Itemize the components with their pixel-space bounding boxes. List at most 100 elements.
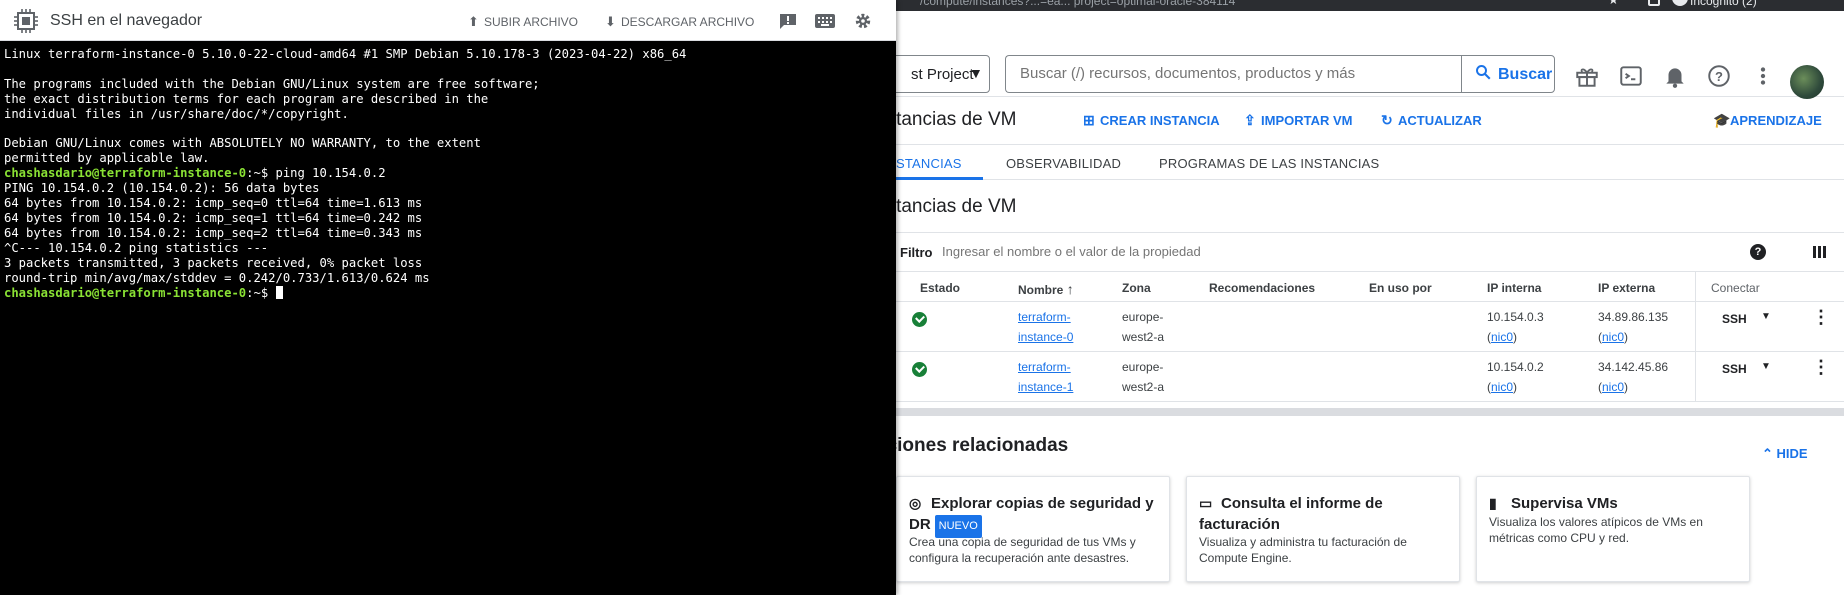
refresh-button[interactable]: ↻ ACTUALIZAR xyxy=(1381,112,1482,129)
notifications-bell-icon[interactable] xyxy=(1662,63,1688,89)
column-display-icon[interactable] xyxy=(1812,244,1828,260)
school-icon: 🎓 xyxy=(1713,112,1731,128)
address-bar[interactable]: /compute/instances?...=ea... project=opt… xyxy=(920,0,1235,8)
nic-link[interactable]: nic0 xyxy=(1602,380,1624,394)
search-input[interactable] xyxy=(1020,65,1440,82)
terminal-line: ^C--- 10.154.0.2 ping statistics --- xyxy=(4,240,269,255)
shell-prompt: chashasdario@terraform-instance-0 xyxy=(4,285,247,300)
internal-ip: 10.154.0.3 xyxy=(1487,310,1544,324)
page-title: nstancias de VM xyxy=(876,109,1017,130)
horizontal-scrollbar[interactable] xyxy=(882,408,1844,416)
upload-file-button[interactable]: ⬆ SUBIR ARCHIVO xyxy=(468,14,578,30)
terminal-line: individual files in /usr/share/doc/*/cop… xyxy=(4,106,349,121)
filter-input[interactable] xyxy=(942,244,1442,259)
instance-name-link[interactable]: terraform-instance-1 xyxy=(1018,357,1073,397)
create-instance-button[interactable]: ⊞ CREAR INSTANCIA xyxy=(1083,112,1220,129)
arrow-up-icon: ↑ xyxy=(1066,281,1074,297)
col-internal-ip[interactable]: IP interna xyxy=(1487,281,1541,295)
project-picker[interactable]: st Project ▼ xyxy=(880,55,990,93)
card-description: Visualiza y administra tu facturación de… xyxy=(1199,534,1407,566)
ssh-dropdown-arrow-icon[interactable]: ▼ xyxy=(1761,311,1771,322)
more-vert-icon[interactable] xyxy=(1750,63,1776,89)
nic-link[interactable]: nic0 xyxy=(1602,330,1624,344)
col-in-use-by[interactable]: En uso por xyxy=(1369,281,1432,295)
card-backup-dr[interactable]: ◎ Explorar copias de seguridad y DR NUEVO C… xyxy=(896,476,1170,582)
card-billing-report[interactable]: ▭ Consulta el informe de facturación Visua… xyxy=(1186,476,1460,582)
tab-observability[interactable]: OBSERVABILIDAD xyxy=(1006,156,1121,171)
terminal-line: PING 10.154.0.2 (10.154.0.2): 56 data by… xyxy=(4,181,320,196)
col-zone[interactable]: Zona xyxy=(1122,281,1151,295)
status-ok-icon xyxy=(912,312,927,327)
terminal-line: 64 bytes from 10.154.0.2: icmp_seq=2 ttl… xyxy=(4,225,423,240)
card-desc-line: Crea una copia de seguridad de tus VMs y xyxy=(909,535,1136,549)
gift-icon[interactable] xyxy=(1574,63,1600,89)
external-ip: 34.142.45.86 xyxy=(1598,360,1669,374)
related-actions-title: cciones relacionadas xyxy=(876,435,1069,456)
card-title-line: Explorar copias de seguridad y xyxy=(931,495,1154,512)
incognito-avatar[interactable] xyxy=(1672,0,1688,6)
table-row: terraform-instance-1 europe-west2-a 10.1… xyxy=(882,352,1844,402)
card-desc-line: Visualiza los valores atípicos de VMs en xyxy=(1489,515,1703,529)
search-button-label: Buscar xyxy=(1498,66,1553,83)
terminal-output[interactable]: Linux terraform-instance-0 5.10.0-22-clo… xyxy=(4,47,892,300)
card-description: Crea una copia de seguridad de tus VMs y… xyxy=(909,534,1136,566)
refresh-label: ACTUALIZAR xyxy=(1398,113,1482,128)
zone-part: west2-a xyxy=(1122,330,1165,344)
incognito-label[interactable]: Incógnito (2) xyxy=(1690,0,1757,8)
search-field[interactable] xyxy=(1005,55,1461,93)
shell-prompt: chashasdario@terraform-instance-0 xyxy=(4,166,247,181)
tab-instances[interactable]: STANCIAS xyxy=(896,156,962,171)
extension-icon[interactable] xyxy=(1648,0,1660,6)
keyboard-icon[interactable] xyxy=(815,12,835,30)
filter-bar: Filtro ? xyxy=(882,232,1844,272)
col-external-ip[interactable]: IP externa xyxy=(1598,281,1655,295)
instance-name-link[interactable]: terraform-instance-0 xyxy=(1018,307,1073,347)
card-monitor-vms[interactable]: ▮ Supervisa VMs Visualiza los valores atí… xyxy=(1476,476,1750,582)
avatar[interactable] xyxy=(1790,65,1824,99)
row-more-vert-icon[interactable]: ⋮ xyxy=(1812,308,1830,326)
col-recommendations[interactable]: Recomendaciones xyxy=(1209,281,1315,295)
terminal-line: 64 bytes from 10.154.0.2: icmp_seq=0 ttl… xyxy=(4,196,423,211)
card-title: ◎ Explorar copias de seguridad y DR NUEVO xyxy=(909,493,1154,538)
download-icon: ⬇ xyxy=(605,14,616,29)
billing-icon: ▭ xyxy=(1199,495,1213,511)
instance-name-part: terraform- xyxy=(1018,360,1071,374)
col-status[interactable]: Estado xyxy=(920,281,960,295)
card-description: Visualiza los valores atípicos de VMs en… xyxy=(1489,514,1703,546)
hide-button[interactable]: ⌃ HIDE xyxy=(1762,446,1808,462)
cloud-shell-icon[interactable] xyxy=(1618,63,1644,89)
internal-ip-cell: 10.154.0.3 (nic0) xyxy=(1487,310,1544,344)
table-header-row: Estado Nombre ↑ Zona Recomendaciones En … xyxy=(882,272,1844,302)
learning-button[interactable]: 🎓APRENDIZAJE xyxy=(1713,112,1822,129)
download-file-button[interactable]: ⬇ DESCARGAR ARCHIVO xyxy=(605,14,754,30)
section-title: nstancias de VM xyxy=(876,196,1017,217)
external-ip-cell: 34.142.45.86 (nic0) xyxy=(1598,360,1669,394)
bookmark-star-icon[interactable]: ★ xyxy=(1608,0,1619,7)
import-vm-button[interactable]: ⇪ IMPORTAR VM xyxy=(1244,112,1352,129)
gear-icon[interactable] xyxy=(853,12,873,30)
nic-link[interactable]: nic0 xyxy=(1491,330,1513,344)
ssh-dropdown-arrow-icon[interactable]: ▼ xyxy=(1761,361,1771,372)
help-circle-icon[interactable]: ? xyxy=(1750,244,1766,260)
card-desc-line: métricas como CPU y red. xyxy=(1489,531,1630,545)
hide-label: HIDE xyxy=(1776,446,1808,461)
nic-link[interactable]: nic0 xyxy=(1491,380,1513,394)
col-connect: Conectar xyxy=(1711,281,1760,295)
ssh-button[interactable]: SSH xyxy=(1722,312,1747,326)
card-title: ▭ Consulta el informe de facturación xyxy=(1199,493,1383,535)
zone-cell: europe-west2-a xyxy=(1122,357,1164,397)
row-more-vert-icon[interactable]: ⋮ xyxy=(1812,358,1830,376)
tab-instance-schedules[interactable]: PROGRAMAS DE LAS INSTANCIAS xyxy=(1159,156,1379,171)
feedback-icon[interactable] xyxy=(778,12,798,30)
import-vm-label: IMPORTAR VM xyxy=(1261,113,1353,128)
card-desc-line: Visualiza y administra tu facturación de xyxy=(1199,535,1407,549)
col-name[interactable]: Nombre ↑ xyxy=(1018,281,1074,297)
chevron-down-icon: ▼ xyxy=(969,65,983,81)
help-icon[interactable]: ? xyxy=(1706,63,1732,89)
ssh-window-title: SSH en el navegador xyxy=(50,12,203,29)
zone-part: europe- xyxy=(1122,360,1164,374)
search-button[interactable]: Buscar xyxy=(1461,55,1555,93)
terminal-line: permitted by applicable law. xyxy=(4,151,210,166)
ssh-button[interactable]: SSH xyxy=(1722,362,1747,376)
project-name: st Project xyxy=(911,66,974,83)
